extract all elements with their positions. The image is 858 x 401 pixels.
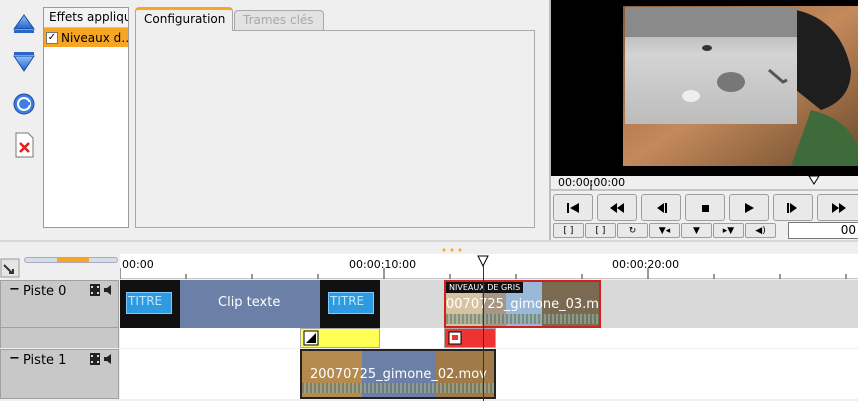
splitter-handle-icon (0, 240, 858, 252)
time-input[interactable]: 00 (788, 222, 858, 239)
transition-icon (448, 331, 462, 345)
prev-marker-icon: ▼◂ (658, 225, 671, 236)
reset-effect-button[interactable] (11, 90, 37, 118)
timeline-playhead[interactable] (483, 266, 484, 401)
video-monitor[interactable] (551, 0, 858, 176)
ruler-label-20: 00:00:20:00 (612, 258, 680, 271)
video-clip-gimone-02[interactable]: 20070725_gimone_02.mov (300, 349, 496, 399)
transition-icon (303, 330, 319, 346)
tab-configuration[interactable]: Configuration (135, 7, 233, 31)
stop-button[interactable] (685, 194, 725, 221)
monitor-timecode: 00:00:00:00 (558, 176, 626, 189)
ruler-label-10: 00:00:10:00 (349, 258, 417, 271)
collapse-track-icon[interactable]: − (9, 282, 20, 297)
track-header-0-transitions (0, 328, 119, 348)
monitor-playhead-marker (808, 175, 820, 185)
title-clip-1[interactable]: TITRE (120, 280, 180, 328)
text-clip[interactable]: Clip texte (180, 280, 320, 328)
delete-icon (15, 132, 34, 158)
splitter[interactable] (0, 240, 858, 254)
video-clip-gimone-03[interactable]: NIVEAUX DE GRIS 0070725_gimone_03.mov (444, 280, 601, 328)
effects-list-header: Effets appliqu (44, 8, 128, 28)
speaker-icon: ◀) (755, 225, 766, 236)
rewind-icon (610, 202, 624, 213)
play-icon (745, 202, 754, 213)
speaker-icon[interactable] (103, 353, 115, 369)
transition-red[interactable] (444, 328, 496, 348)
zoom-slider[interactable] (24, 257, 118, 263)
applied-effects-list[interactable]: Effets appliqu ✓ Niveaux d… (43, 7, 129, 228)
tab-content (135, 30, 535, 228)
track-name: Piste 1 (23, 353, 67, 368)
video-frame (623, 6, 858, 166)
effect-badge: NIVEAUX DE GRIS (446, 282, 524, 293)
tab-keyframes[interactable]: Trames clés (234, 10, 324, 31)
title-clip-label: TITRE (330, 294, 365, 308)
film-icon[interactable] (89, 284, 101, 300)
list-item[interactable]: ✓ Niveaux d… (44, 28, 128, 47)
up-arrow-icon (13, 14, 35, 33)
loop-zone-button[interactable]: ↻ (617, 223, 648, 238)
go-to-start-button[interactable] (553, 194, 593, 221)
track-header-0[interactable]: − Piste 0 (0, 280, 119, 328)
transitions-lane (120, 328, 858, 348)
ruler-label-0: 00:00 (122, 258, 154, 271)
title-clip-label: TITRE (128, 294, 163, 308)
stop-icon (702, 204, 709, 212)
tool-icon (0, 258, 20, 278)
marker-icon: ▼ (693, 225, 700, 236)
text-clip-label: Clip texte (218, 295, 281, 310)
effects-panel: Effets appliqu ✓ Niveaux d… Configuratio… (0, 0, 550, 238)
delete-effect-button[interactable] (11, 131, 37, 159)
rewind-button[interactable] (597, 194, 637, 221)
title-clip-2[interactable]: TITRE (320, 280, 380, 328)
video-clip-label: 0070725_gimone_03.mov (446, 297, 601, 312)
add-marker-button[interactable]: ▼ (681, 223, 712, 238)
step-forward-button[interactable] (773, 194, 813, 221)
zone-end-icon: [ ] (595, 225, 606, 236)
fast-forward-button[interactable] (817, 194, 858, 221)
previous-marker-button[interactable]: ▼◂ (649, 223, 680, 238)
ruler-ticks (120, 255, 847, 279)
next-marker-icon: ▸▼ (722, 225, 735, 236)
timeline-tool-button[interactable] (0, 258, 20, 278)
skip-start-icon (567, 202, 579, 213)
step-back-icon (657, 202, 667, 213)
timeline-ruler[interactable]: 00:00 00:00:10:00 00:00:20:00 (120, 254, 858, 279)
track-lane-0[interactable]: TITRE Clip texte TITRE NIVEAUX DE GRIS 0… (120, 280, 858, 328)
move-effect-up-button[interactable] (11, 8, 37, 36)
down-arrow-icon (13, 52, 35, 72)
fast-forward-icon (832, 202, 846, 213)
move-effect-down-button[interactable] (11, 49, 37, 77)
zoom-slider-handle[interactable] (57, 258, 89, 262)
playhead-marker (477, 255, 489, 268)
collapse-track-icon[interactable]: − (9, 351, 20, 366)
step-forward-icon (787, 202, 797, 213)
next-marker-button[interactable]: ▸▼ (713, 223, 744, 238)
speaker-icon[interactable] (103, 284, 115, 300)
step-back-button[interactable] (641, 194, 681, 221)
effect-label: Niveaux d… (61, 30, 128, 45)
track-name: Piste 0 (23, 284, 67, 299)
play-button[interactable] (729, 194, 769, 221)
zone-end-button[interactable]: [ ] (585, 223, 616, 238)
loop-icon: ↻ (628, 225, 637, 236)
video-clip-label: 20070725_gimone_02.mov (310, 367, 487, 382)
zone-start-button[interactable]: [ ] (553, 223, 584, 238)
zone-start-icon: [ ] (563, 225, 574, 236)
effect-enabled-checkbox[interactable]: ✓ (46, 31, 58, 44)
transition-yellow[interactable] (300, 328, 380, 348)
track-header-1[interactable]: − Piste 1 (0, 349, 119, 399)
reset-icon (13, 93, 35, 115)
track-lane-1[interactable]: 20070725_gimone_02.mov (120, 349, 858, 399)
volume-button[interactable]: ◀) (745, 223, 776, 238)
film-icon[interactable] (89, 353, 101, 369)
